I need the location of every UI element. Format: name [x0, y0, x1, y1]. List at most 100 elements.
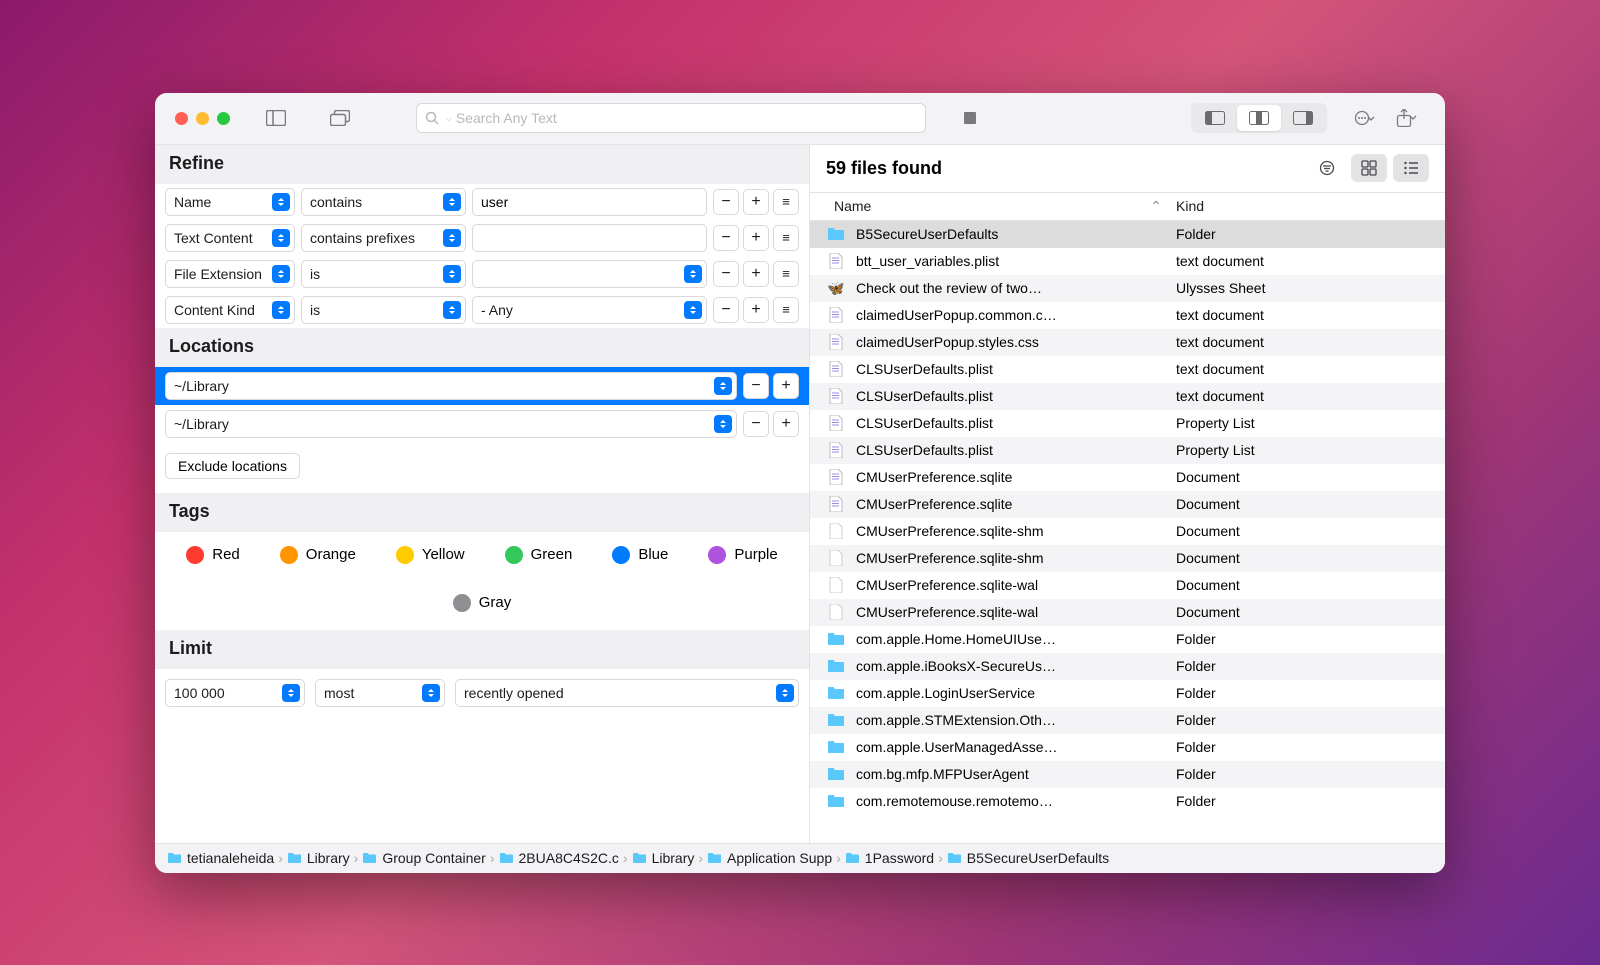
- limit-criteria-dropdown[interactable]: recently opened: [455, 679, 799, 707]
- close-window-button[interactable]: [175, 112, 188, 125]
- file-row[interactable]: CLSUserDefaults.plisttext document: [810, 383, 1445, 410]
- filter-op-dropdown[interactable]: contains: [301, 188, 466, 216]
- remove-location-button[interactable]: −: [743, 411, 769, 437]
- file-row[interactable]: CMUserPreference.sqliteDocument: [810, 491, 1445, 518]
- filter-options-button[interactable]: ≡: [773, 189, 799, 215]
- path-segment[interactable]: 1Password: [845, 850, 934, 866]
- filter-options-button[interactable]: ≡: [773, 261, 799, 287]
- remove-filter-button[interactable]: −: [713, 225, 739, 251]
- path-segment[interactable]: B5SecureUserDefaults: [947, 850, 1109, 866]
- filter-value-input[interactable]: [472, 188, 707, 216]
- path-segment[interactable]: 2BUA8C4S2C.c: [499, 850, 619, 866]
- path-segment[interactable]: Group Container: [362, 850, 486, 866]
- limit-order-dropdown[interactable]: most: [315, 679, 445, 707]
- file-row[interactable]: CLSUserDefaults.plisttext document: [810, 356, 1445, 383]
- file-row[interactable]: claimedUserPopup.common.c…text document: [810, 302, 1445, 329]
- add-filter-button[interactable]: +: [743, 297, 769, 323]
- file-row[interactable]: CLSUserDefaults.plistProperty List: [810, 437, 1445, 464]
- file-row[interactable]: CMUserPreference.sqlite-shmDocument: [810, 518, 1445, 545]
- main-split: Refine Name contains − + ≡ Text Content …: [155, 145, 1445, 843]
- table-header: Name⌃ Kind: [810, 193, 1445, 221]
- filter-value-dropdown[interactable]: [472, 260, 707, 288]
- filter-options-button[interactable]: ≡: [773, 297, 799, 323]
- file-row[interactable]: CMUserPreference.sqliteDocument: [810, 464, 1445, 491]
- filter-options-button[interactable]: ≡: [773, 225, 799, 251]
- file-row[interactable]: claimedUserPopup.styles.csstext document: [810, 329, 1445, 356]
- path-segment[interactable]: Application Supp: [707, 850, 832, 866]
- column-kind-header[interactable]: Kind: [1176, 198, 1429, 214]
- sidebar-toggle-button[interactable]: [258, 104, 294, 132]
- app-window: ⌵ Refine Name contains: [155, 93, 1445, 873]
- grid-view-button[interactable]: [1351, 154, 1387, 182]
- list-view-button[interactable]: [1393, 154, 1429, 182]
- filter-value-input[interactable]: [472, 224, 707, 252]
- filter-attr-dropdown[interactable]: Text Content: [165, 224, 295, 252]
- location-row[interactable]: ~/Library − +: [155, 405, 809, 443]
- filter-value-dropdown[interactable]: - Any: [472, 296, 707, 324]
- path-segment[interactable]: Library: [632, 850, 695, 866]
- file-row[interactable]: CMUserPreference.sqlite-shmDocument: [810, 545, 1445, 572]
- add-filter-button[interactable]: +: [743, 225, 769, 251]
- layout-left-button[interactable]: [1193, 105, 1237, 131]
- tag-item[interactable]: Orange: [280, 546, 356, 564]
- filter-attr-dropdown[interactable]: Content Kind: [165, 296, 295, 324]
- filter-op-dropdown[interactable]: is: [301, 260, 466, 288]
- file-row[interactable]: B5SecureUserDefaultsFolder: [810, 221, 1445, 248]
- filter-view-button[interactable]: [1309, 154, 1345, 182]
- remove-filter-button[interactable]: −: [713, 189, 739, 215]
- file-row[interactable]: com.bg.mfp.MFPUserAgentFolder: [810, 761, 1445, 788]
- add-location-button[interactable]: +: [773, 411, 799, 437]
- remove-location-button[interactable]: −: [743, 373, 769, 399]
- tag-label: Blue: [638, 546, 668, 563]
- fullscreen-window-button[interactable]: [217, 112, 230, 125]
- minimize-window-button[interactable]: [196, 112, 209, 125]
- file-row[interactable]: com.remotemouse.remotemo…Folder: [810, 788, 1445, 815]
- location-row[interactable]: ~/Library − +: [155, 367, 809, 405]
- file-row[interactable]: CMUserPreference.sqlite-walDocument: [810, 572, 1445, 599]
- tag-item[interactable]: Gray: [453, 594, 512, 612]
- filter-attr-dropdown[interactable]: Name: [165, 188, 295, 216]
- file-row[interactable]: com.apple.LoginUserServiceFolder: [810, 680, 1445, 707]
- column-name-header[interactable]: Name⌃: [826, 198, 1176, 215]
- file-row[interactable]: btt_user_variables.plisttext document: [810, 248, 1445, 275]
- file-row[interactable]: 🦋Check out the review of two…Ulysses She…: [810, 275, 1445, 302]
- add-filter-button[interactable]: +: [743, 189, 769, 215]
- search-dropdown-icon[interactable]: ⌵: [445, 113, 452, 124]
- file-name: com.bg.mfp.MFPUserAgent: [856, 766, 1176, 782]
- search-input[interactable]: [456, 110, 917, 126]
- folder-icon: [707, 852, 722, 864]
- stop-button[interactable]: [952, 104, 988, 132]
- file-row[interactable]: CLSUserDefaults.plistProperty List: [810, 410, 1445, 437]
- location-path-dropdown[interactable]: ~/Library: [165, 372, 737, 400]
- remove-filter-button[interactable]: −: [713, 261, 739, 287]
- file-row[interactable]: com.apple.UserManagedAsse…Folder: [810, 734, 1445, 761]
- filter-attr-dropdown[interactable]: File Extension: [165, 260, 295, 288]
- tag-item[interactable]: Red: [186, 546, 240, 564]
- file-row[interactable]: CMUserPreference.sqlite-walDocument: [810, 599, 1445, 626]
- tag-item[interactable]: Purple: [708, 546, 777, 564]
- add-filter-button[interactable]: +: [743, 261, 769, 287]
- layout-center-button[interactable]: [1237, 105, 1281, 131]
- path-segment[interactable]: tetianaleheida: [167, 850, 274, 866]
- filter-op-dropdown[interactable]: is: [301, 296, 466, 324]
- location-path-dropdown[interactable]: ~/Library: [165, 410, 737, 438]
- search-field[interactable]: ⌵: [416, 103, 926, 133]
- add-location-button[interactable]: +: [773, 373, 799, 399]
- file-list[interactable]: B5SecureUserDefaultsFolderbtt_user_varia…: [810, 221, 1445, 843]
- file-row[interactable]: com.apple.Home.HomeUIUse…Folder: [810, 626, 1445, 653]
- path-segment[interactable]: Library: [287, 850, 350, 866]
- share-button[interactable]: [1389, 104, 1425, 132]
- more-options-button[interactable]: [1347, 104, 1383, 132]
- windows-button[interactable]: [322, 104, 358, 132]
- exclude-locations-button[interactable]: Exclude locations: [165, 453, 300, 479]
- remove-filter-button[interactable]: −: [713, 297, 739, 323]
- layout-right-button[interactable]: [1281, 105, 1325, 131]
- tag-item[interactable]: Yellow: [396, 546, 465, 564]
- limit-count-dropdown[interactable]: 100 000: [165, 679, 305, 707]
- tag-item[interactable]: Green: [505, 546, 573, 564]
- filter-op-dropdown[interactable]: contains prefixes: [301, 224, 466, 252]
- file-row[interactable]: com.apple.STMExtension.Oth…Folder: [810, 707, 1445, 734]
- file-kind: Folder: [1176, 631, 1429, 647]
- tag-item[interactable]: Blue: [612, 546, 668, 564]
- file-row[interactable]: com.apple.iBooksX-SecureUs…Folder: [810, 653, 1445, 680]
